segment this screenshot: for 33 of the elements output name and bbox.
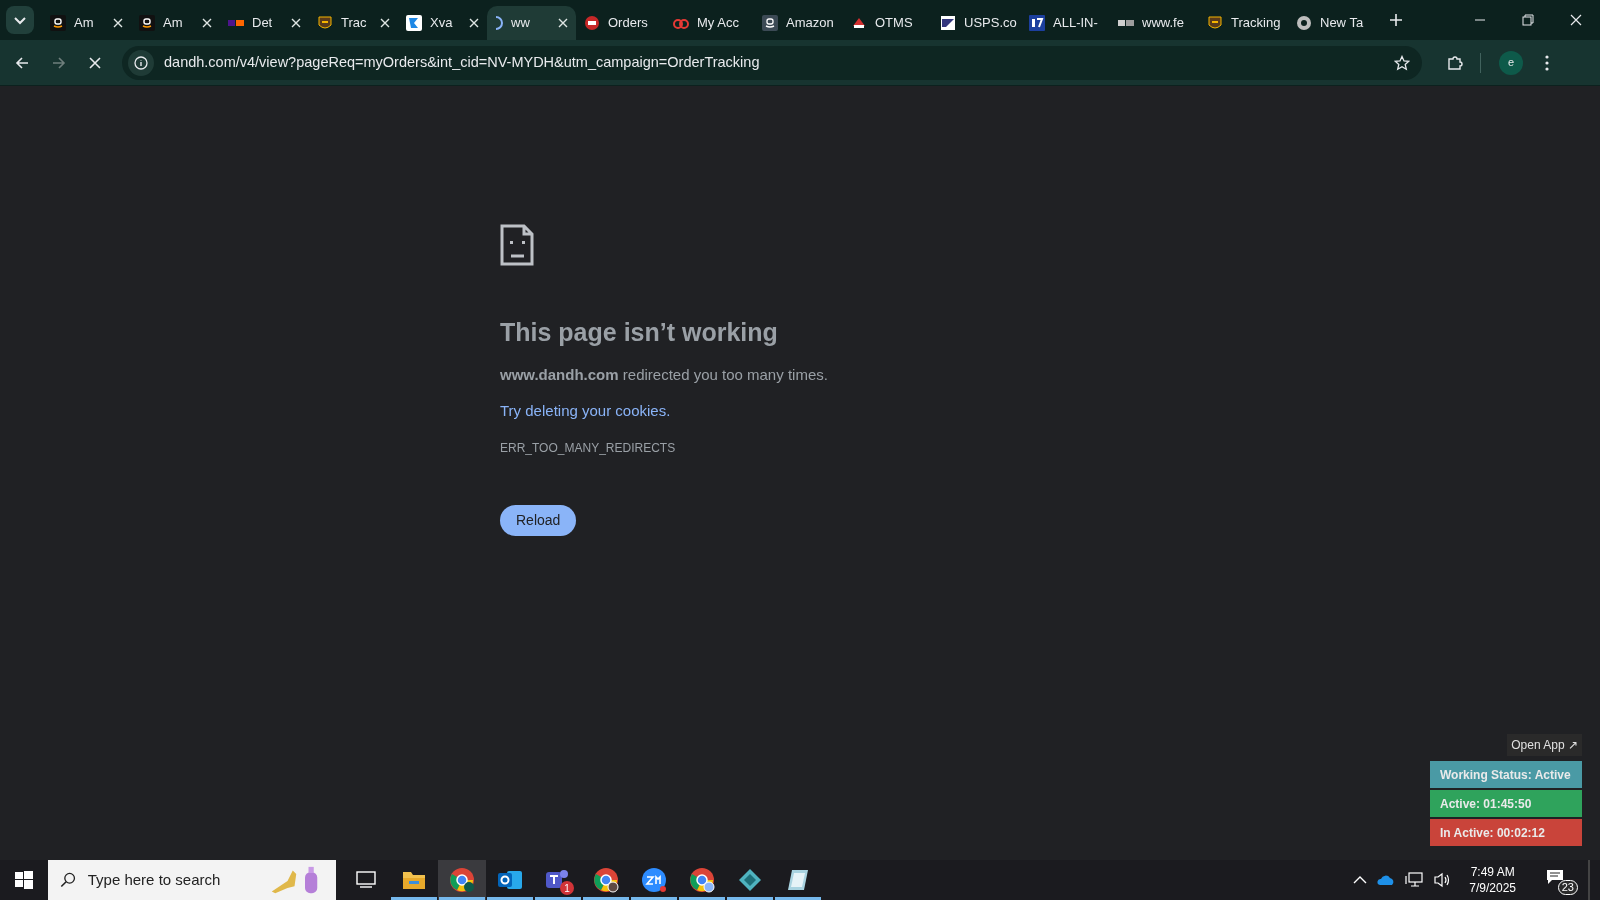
browser-tab[interactable]: Tracking — [1199, 6, 1288, 40]
browser-tab[interactable]: Trac — [309, 6, 398, 40]
browser-tab[interactable]: Am — [131, 6, 220, 40]
taskbar-search-box[interactable]: Type here to search — [48, 860, 336, 900]
browser-tab[interactable]: Det — [220, 6, 309, 40]
browser-tab[interactable]: www.fe — [1110, 6, 1199, 40]
status-row: Working Status: Active — [1430, 761, 1582, 788]
status-row: Active: 01:45:50 — [1430, 790, 1582, 817]
address-bar[interactable]: dandh.com/v4/view?pageReq=myOrders&int_cid=NV-MYDH&utm_campaign=OrderTracking — [122, 45, 1422, 80]
browser-tab[interactable]: Xva — [398, 6, 487, 40]
browser-tab[interactable]: ww — [487, 6, 576, 40]
browser-tab[interactable]: Amazon — [754, 6, 843, 40]
browser-tab[interactable]: ALL-IN- — [1021, 6, 1110, 40]
help-link[interactable]: Try deleting your cookies. — [500, 400, 671, 423]
clock-time[interactable]: 7:49 AM — [1470, 864, 1515, 880]
notification-count: 23 — [1557, 880, 1578, 895]
browser-tab[interactable]: OTMS — [843, 6, 932, 40]
open-app-link[interactable]: Open App ↗ — [1507, 734, 1582, 756]
error-message: www.dandh.com redirected you too many times. — [500, 364, 828, 385]
error-code: ERR_TOO_MANY_REDIRECTS — [500, 439, 676, 457]
status-row: In Active: 00:02:12 — [1430, 819, 1582, 846]
browser-tab[interactable]: My Acc — [665, 6, 754, 40]
browser-tab[interactable]: New Ta — [1288, 6, 1377, 40]
error-heading: This page isn’t working — [500, 317, 778, 348]
browser-tab[interactable]: Orders — [576, 6, 665, 40]
clock-date[interactable]: 7/9/2025 — [1469, 880, 1516, 896]
browser-tab[interactable]: Am — [42, 6, 131, 40]
taskbar-app[interactable]: 1 — [534, 860, 582, 900]
reload-button[interactable]: Reload — [500, 504, 577, 536]
notification-badge: 1 — [560, 881, 574, 895]
browser-tab[interactable]: USPS.co — [932, 6, 1021, 40]
search-input[interactable]: Type here to search — [87, 868, 258, 892]
profile-avatar[interactable]: e — [1499, 50, 1523, 75]
